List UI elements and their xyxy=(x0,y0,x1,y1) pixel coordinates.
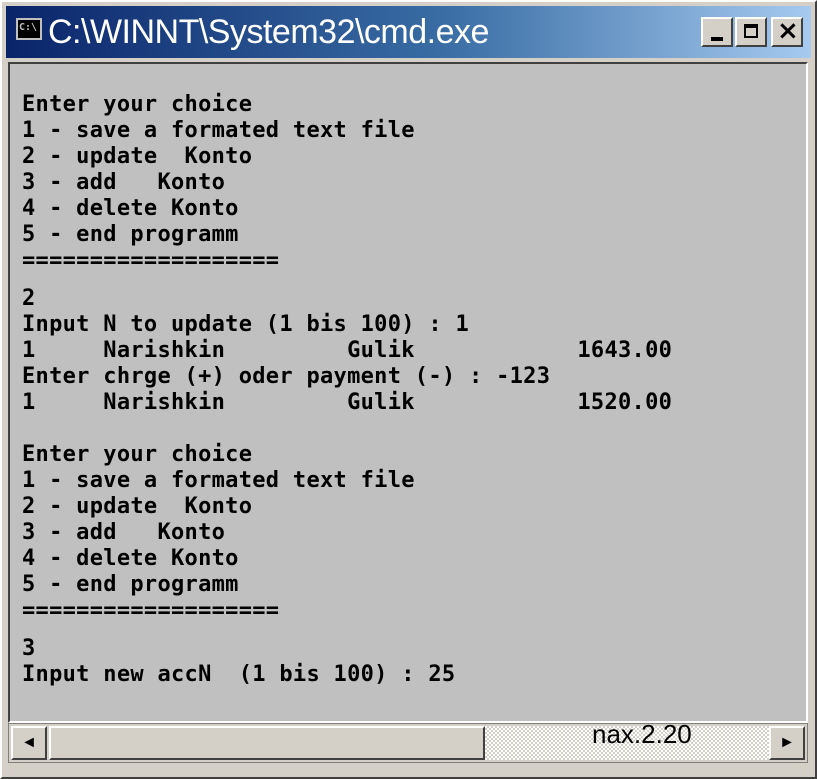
console-line: 2 xyxy=(22,286,36,311)
window-title: C:\WINNT\System32\cmd.exe xyxy=(48,13,489,51)
console-line: =================== xyxy=(22,248,280,273)
console-line: 1 - save a formated text file xyxy=(22,118,415,143)
scroll-left-button[interactable]: ◄ xyxy=(11,726,47,760)
console-output[interactable]: Enter your choice 1 - save a formated te… xyxy=(8,62,808,723)
console-line: Enter your choice xyxy=(22,92,253,117)
console-line: 3 - add Konto xyxy=(22,520,226,545)
console-line: 3 xyxy=(22,636,36,661)
console-line: 4 - delete Konto xyxy=(22,546,239,571)
minimize-button[interactable] xyxy=(701,17,733,47)
close-icon: × xyxy=(777,16,799,46)
cmd-icon-label: C:\ xyxy=(19,22,38,33)
console-line: Enter your choice xyxy=(22,442,253,467)
console-line: 4 - delete Konto xyxy=(22,196,239,221)
console-line: 3 - add Konto xyxy=(22,170,226,195)
console-line: Input N to update (1 bis 100) : 1 xyxy=(22,312,469,337)
close-button[interactable]: × xyxy=(771,17,803,47)
console-line: 2 - update Konto xyxy=(22,494,253,519)
watermark-label: nax.2.20 xyxy=(592,719,692,749)
arrow-left-icon: ◄ xyxy=(21,734,37,751)
console-line: 1 - save a formated text file xyxy=(22,468,415,493)
console-line: 1 Narishkin Gulik 1520.00 xyxy=(22,390,673,415)
scroll-right-button[interactable]: ► xyxy=(769,726,805,760)
console-window: C:\ C:\WINNT\System32\cmd.exe × Enter yo… xyxy=(0,0,817,779)
console-line: Enter chrge (+) oder payment (-) : -123 xyxy=(22,364,551,389)
console-line: 5 - end programm xyxy=(22,222,239,247)
title-bar[interactable]: C:\ C:\WINNT\System32\cmd.exe × xyxy=(6,6,811,58)
console-line: 1 Narishkin Gulik 1643.00 xyxy=(22,338,673,363)
cmd-icon[interactable]: C:\ xyxy=(16,18,42,40)
maximize-button[interactable] xyxy=(735,17,767,47)
console-line: =================== xyxy=(22,598,280,623)
console-line: 5 - end programm xyxy=(22,572,239,597)
minimize-icon xyxy=(711,37,723,41)
console-line: 2 - update Konto xyxy=(22,144,253,169)
maximize-icon xyxy=(744,24,758,38)
scroll-thumb[interactable] xyxy=(49,726,485,760)
console-line: Input new accN (1 bis 100) : 25 xyxy=(22,662,456,687)
arrow-right-icon: ► xyxy=(779,734,795,751)
